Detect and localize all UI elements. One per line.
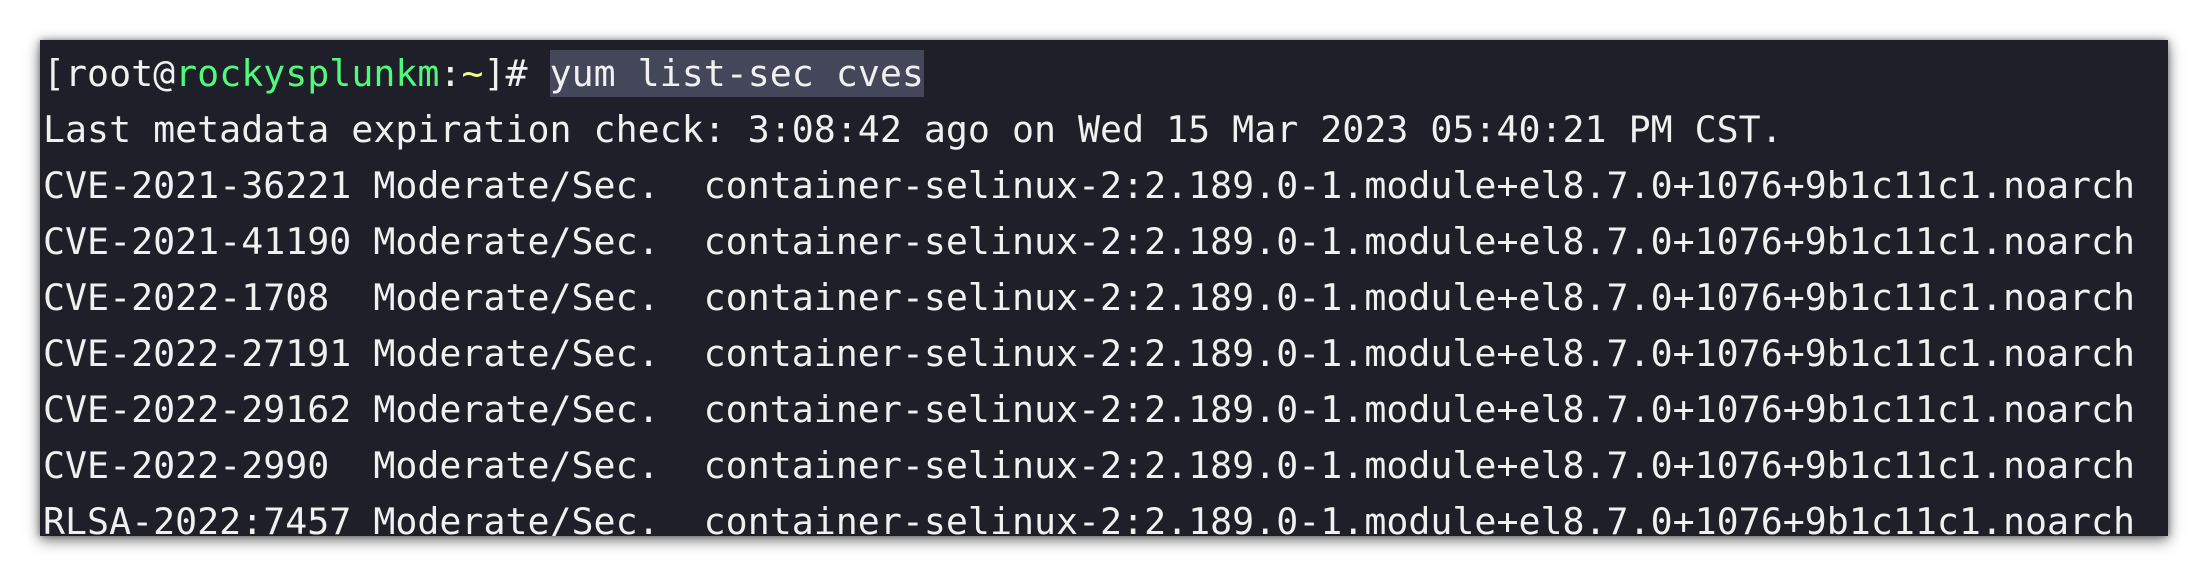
cve-row: CVE-2021-36221 Moderate/Sec. container-s… xyxy=(43,164,2136,207)
command-text[interactable]: yum list-sec cves xyxy=(549,50,924,97)
cve-row: CVE-2022-1708 Moderate/Sec. container-se… xyxy=(43,276,2136,319)
page: [root@rockysplunkm:~]# yum list-sec cves… xyxy=(0,0,2208,578)
cve-row: CVE-2021-41190 Moderate/Sec. container-s… xyxy=(43,220,2136,263)
cve-row: RLSA-2022:7457 Moderate/Sec. container-s… xyxy=(43,500,2136,536)
prompt-colon: : xyxy=(439,52,462,95)
prompt-close: ]# xyxy=(483,52,550,95)
prompt-line: [root@rockysplunkm:~]# yum list-sec cves xyxy=(43,46,2168,102)
terminal-window[interactable]: [root@rockysplunkm:~]# yum list-sec cves… xyxy=(40,40,2168,536)
metadata-line: Last metadata expiration check: 3:08:42 … xyxy=(43,108,1783,151)
prompt-open-bracket: [ xyxy=(43,52,66,95)
prompt-cwd: ~ xyxy=(461,52,484,95)
cve-row: CVE-2022-2990 Moderate/Sec. container-se… xyxy=(43,444,2136,487)
cve-row: CVE-2022-27191 Moderate/Sec. container-s… xyxy=(43,332,2136,375)
prompt-user: root xyxy=(65,52,154,95)
prompt-host: rockysplunkm xyxy=(175,52,440,95)
cve-row: CVE-2022-29162 Moderate/Sec. container-s… xyxy=(43,388,2136,431)
terminal-output[interactable]: [root@rockysplunkm:~]# yum list-sec cves… xyxy=(43,46,2168,536)
prompt-at: @ xyxy=(153,52,176,95)
